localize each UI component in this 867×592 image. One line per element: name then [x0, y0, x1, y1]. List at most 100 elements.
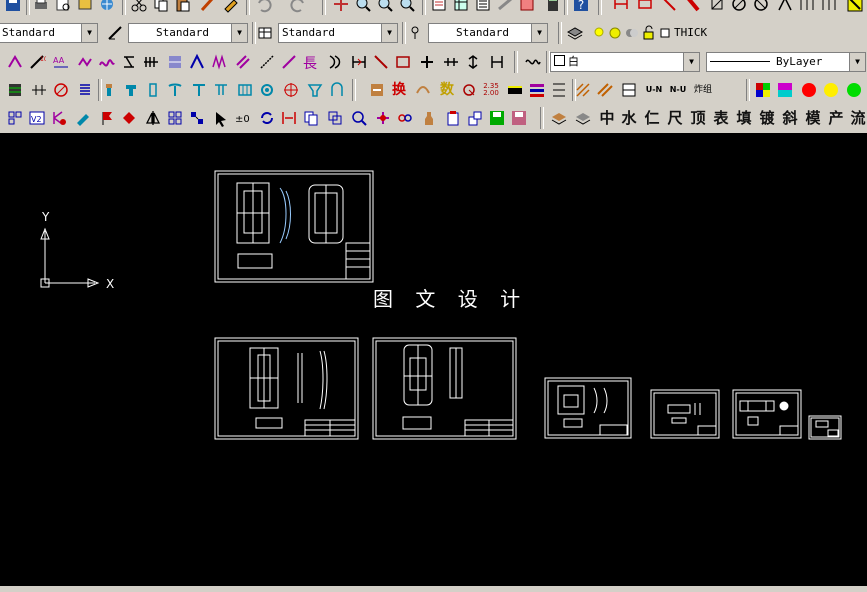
bolt-icon[interactable]	[100, 81, 118, 99]
gradient-tool-icon[interactable]	[166, 53, 184, 71]
mirror-tool-icon[interactable]	[144, 109, 162, 127]
multileader-style-icon[interactable]	[406, 24, 424, 42]
chevron-down-icon[interactable]: ▼	[231, 24, 247, 42]
chain-tool-icon[interactable]	[396, 109, 414, 127]
upn-button[interactable]: U-N	[644, 81, 664, 99]
drawing-sheet-2[interactable]	[214, 337, 359, 440]
construction-line-icon[interactable]	[258, 53, 276, 71]
cn-button-8[interactable]: 斜	[781, 109, 799, 127]
dim-quick-icon[interactable]	[776, 0, 794, 13]
stretch-tool-icon[interactable]	[280, 109, 298, 127]
block-tool-icon[interactable]	[188, 109, 206, 127]
drawing-canvas[interactable]: Y X 图 文 设 计	[0, 133, 867, 592]
copy-icon[interactable]	[152, 0, 170, 13]
print-icon[interactable]	[32, 0, 50, 13]
chevron-down-icon[interactable]: ▼	[531, 24, 547, 42]
array-tool-icon[interactable]	[166, 109, 184, 127]
block-editor-icon[interactable]	[222, 0, 240, 13]
ray-tool-icon[interactable]	[280, 53, 298, 71]
arc-tool-icon[interactable]	[326, 53, 344, 71]
wave-curve-icon[interactable]	[524, 53, 542, 71]
pointer-tool-icon[interactable]	[212, 109, 230, 127]
color-palette-icon[interactable]	[754, 81, 772, 99]
dim-continue-icon[interactable]	[820, 0, 838, 13]
help-icon[interactable]: ?	[572, 0, 590, 13]
zoom-window-icon[interactable]	[376, 0, 394, 13]
drawing-sheet-5[interactable]	[650, 389, 720, 439]
k-tool-icon[interactable]	[50, 109, 68, 127]
cn-button-2[interactable]: 仁	[643, 109, 661, 127]
search-replace-icon[interactable]	[460, 81, 478, 99]
text-style-combo[interactable]: Standard ▼	[0, 23, 98, 43]
multileader-style-combo[interactable]: Standard ▼	[428, 23, 548, 43]
zero-tool-icon[interactable]: ±0	[234, 109, 252, 127]
layer-color-icon[interactable]	[656, 24, 674, 42]
polyline-tool-icon[interactable]	[188, 53, 206, 71]
clamp-icon[interactable]	[328, 81, 346, 99]
copy-base-icon[interactable]	[466, 109, 484, 127]
axis-tool-icon[interactable]	[418, 53, 436, 71]
publish-icon[interactable]	[76, 0, 94, 13]
bracket-tool-icon[interactable]	[120, 53, 138, 71]
drawing-sheet-6[interactable]	[732, 389, 802, 439]
spline-tool-icon[interactable]	[210, 53, 228, 71]
nut-icon[interactable]	[144, 81, 162, 99]
cn-button-4[interactable]: 顶	[689, 109, 707, 127]
duplicate-icon[interactable]	[326, 109, 344, 127]
dim-tool-icon[interactable]	[550, 81, 568, 99]
refresh-tool-icon[interactable]	[258, 109, 276, 127]
dim-horizontal-icon[interactable]	[350, 53, 368, 71]
drawing-sheet-1[interactable]	[214, 170, 374, 283]
circle-mark-icon[interactable]	[52, 81, 70, 99]
curve-icon[interactable]	[414, 81, 432, 99]
angle-tool-icon[interactable]: 10	[28, 53, 46, 71]
chevron-down-icon[interactable]: ▼	[81, 24, 97, 42]
sheet-icon[interactable]	[620, 81, 638, 99]
funnel-icon[interactable]	[306, 81, 324, 99]
color-combo[interactable]: 白 ▼	[550, 52, 700, 72]
layer-stack-2-icon[interactable]	[574, 109, 592, 127]
bottle-tool-icon[interactable]	[420, 109, 438, 127]
convert-icon[interactable]	[368, 81, 386, 99]
publish-web-icon[interactable]	[98, 0, 116, 13]
cn-button-10[interactable]: 产	[827, 109, 845, 127]
cut-icon[interactable]	[130, 0, 148, 13]
cn-button-3[interactable]: 尺	[666, 109, 684, 127]
layer-prop-icon[interactable]	[6, 81, 24, 99]
match-properties-icon[interactable]	[198, 0, 216, 13]
table-style-combo[interactable]: Standard ▼	[278, 23, 398, 43]
bracket-dim-icon[interactable]	[488, 53, 506, 71]
tool-palettes-icon[interactable]	[474, 0, 492, 13]
find-tool-icon[interactable]	[350, 109, 368, 127]
diagonal-tool-icon[interactable]	[372, 53, 390, 71]
transform-tool-icon[interactable]	[374, 109, 392, 127]
pin-icon[interactable]	[190, 81, 208, 99]
cn-button-0[interactable]: 中	[598, 109, 616, 127]
washer-icon[interactable]	[212, 81, 230, 99]
screw-icon[interactable]	[122, 81, 140, 99]
color-bars-icon[interactable]	[528, 81, 546, 99]
cn-button-6[interactable]: 填	[735, 109, 753, 127]
dim-aligned-icon[interactable]	[636, 0, 654, 13]
bearing-icon[interactable]	[236, 81, 254, 99]
dim-style-icon[interactable]	[106, 24, 124, 42]
vertical-dim-icon[interactable]	[464, 53, 482, 71]
dim-style-combo[interactable]: Standard ▼	[128, 23, 248, 43]
wave-line-icon[interactable]	[98, 53, 116, 71]
layer-manager-icon[interactable]	[566, 24, 584, 42]
chevron-down-icon[interactable]: ▼	[381, 24, 397, 42]
sheet-set-icon[interactable]	[496, 0, 514, 13]
calculator-icon[interactable]	[544, 0, 562, 13]
scale-button[interactable]: 2.35 2.00	[482, 81, 500, 99]
flag-tool-icon[interactable]	[98, 109, 116, 127]
properties-icon[interactable]	[430, 0, 448, 13]
color-green-icon[interactable]	[845, 81, 863, 99]
multiline-text-icon[interactable]	[76, 53, 94, 71]
target-icon[interactable]	[282, 81, 300, 99]
zoom-realtime-icon[interactable]	[354, 0, 372, 13]
spring-icon[interactable]	[76, 81, 94, 99]
linetype-combo[interactable]: ByLayer ▼	[706, 52, 866, 72]
nu-button[interactable]: N-U	[668, 81, 688, 99]
chang-tool-icon[interactable]: 長	[302, 53, 320, 71]
chevron-down-icon[interactable]: ▼	[849, 53, 865, 71]
